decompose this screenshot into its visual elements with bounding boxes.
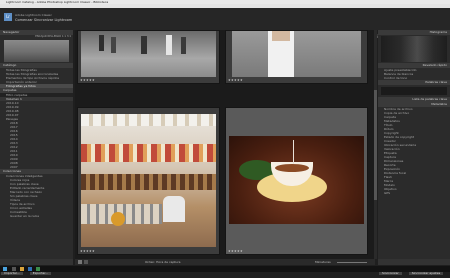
histogram-header[interactable]: Histograma	[378, 30, 450, 35]
navigator-modes[interactable]: ENCAJAR RELLENAR 1:1 3:1	[0, 35, 73, 39]
identity-line-1: Adobe Lightroom Classic	[15, 13, 53, 17]
taskbar	[0, 266, 450, 272]
left-panel-buttons: Importar... Exportar...	[0, 259, 73, 275]
histogram-graph	[381, 36, 447, 62]
lr-logo-icon: Lr	[4, 13, 12, 21]
loupe-view-icon[interactable]	[84, 260, 88, 264]
identity-plate: Lr Adobe Lightroom Classic Comenzar Sinc…	[0, 8, 450, 40]
keywording-header[interactable]: Palabras clave	[378, 80, 450, 85]
grid-toolbar: Orden: Hora de captura Miniaturas	[75, 259, 375, 265]
keywords-input[interactable]	[381, 87, 447, 95]
sort-label[interactable]: Orden: Hora de captura	[145, 260, 181, 264]
folder-icon[interactable]	[20, 267, 24, 271]
start-icon[interactable]	[3, 267, 7, 271]
grid-cell[interactable]: ★★★★★	[77, 107, 220, 255]
search-icon[interactable]	[12, 267, 16, 271]
grid-cell[interactable]: ★★★★★	[225, 30, 368, 84]
left-panel: Navegador ENCAJAR RELLENAR 1:1 3:1 Catál…	[0, 30, 73, 259]
rating-stars[interactable]: ★★★★★	[80, 78, 95, 82]
grid-cell-selected[interactable]: ★★★★★	[225, 107, 368, 255]
rating-stars[interactable]: ★★★★★	[228, 249, 243, 253]
app-icon[interactable]	[36, 267, 40, 271]
collection-item[interactable]: Guardar en la nube	[0, 214, 73, 218]
navigator-preview[interactable]	[4, 40, 69, 62]
thumbnail-size-slider[interactable]	[337, 262, 367, 263]
rating-stars[interactable]: ★★★★★	[80, 249, 95, 253]
grid-scrollbar[interactable]	[374, 30, 377, 259]
photo-coffee-cup[interactable]	[229, 136, 364, 224]
grid-cell[interactable]: ★★★★★	[77, 30, 220, 84]
identity-line-2[interactable]: Comenzar Sincronizar Lightroom	[15, 18, 72, 22]
rating-stars[interactable]: ★★★★★	[228, 78, 243, 82]
grid-view: ★★★★★ ★★★★★ ★★★★★ ★★★★★	[75, 30, 375, 259]
thumbnails-label: Miniaturas	[315, 260, 331, 264]
lightroom-icon[interactable]	[28, 267, 32, 271]
metadata-field: GPS	[384, 191, 391, 195]
photo-man[interactable]	[232, 31, 361, 77]
right-panel-buttons: Sincronizar Sincronizar ajustes	[378, 259, 450, 275]
photo-market-stall[interactable]	[81, 114, 216, 247]
right-panel: Histograma Revelado rápido Ajuste preest…	[378, 30, 450, 259]
grid-view-icon[interactable]	[78, 260, 82, 264]
photo-street[interactable]	[81, 31, 216, 77]
